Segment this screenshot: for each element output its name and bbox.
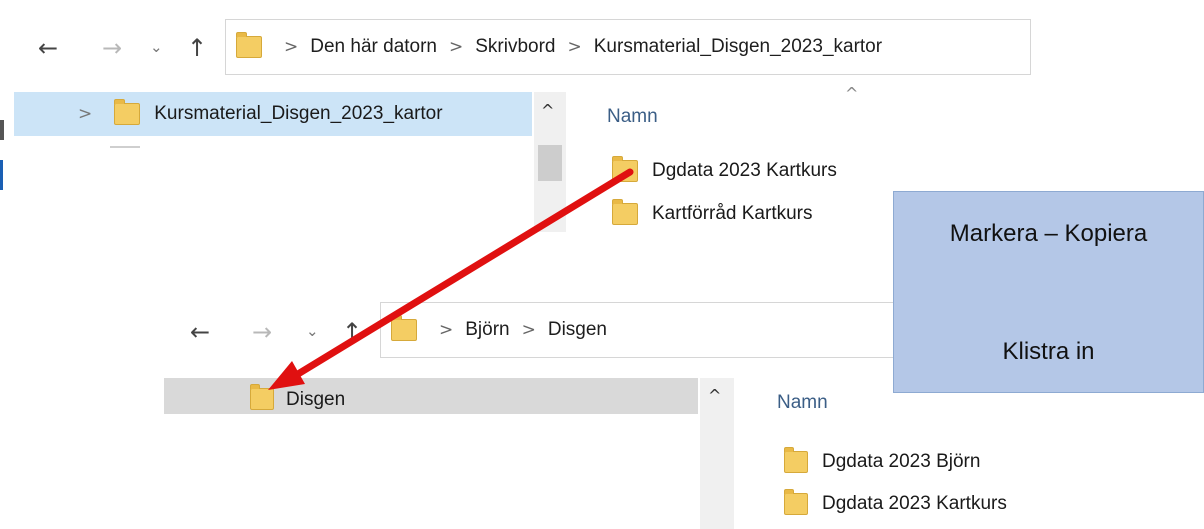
red-arrow-icon (268, 168, 634, 390)
